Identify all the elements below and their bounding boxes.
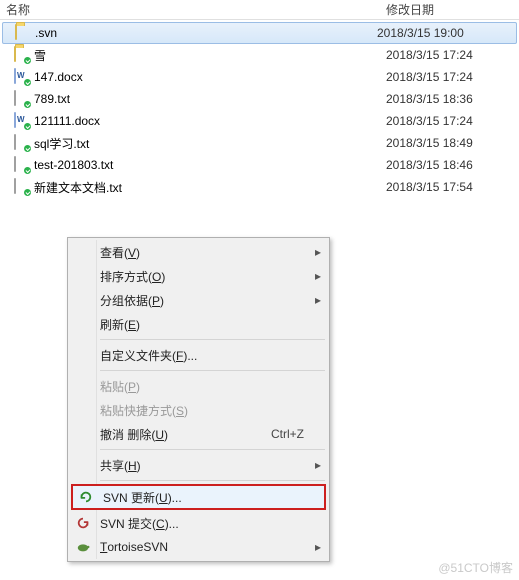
menu-share[interactable]: 共享(H) ▸ — [70, 453, 327, 477]
file-date: 2018/3/15 17:24 — [386, 114, 473, 128]
file-row[interactable]: 789.txt 2018/3/15 18:36 — [0, 88, 519, 110]
tortoise-icon — [70, 535, 96, 559]
menu-sort[interactable]: 排序方式(O) ▸ — [70, 264, 327, 288]
svn-update-icon — [73, 486, 99, 508]
chevron-right-icon: ▸ — [309, 540, 327, 554]
chevron-right-icon: ▸ — [309, 269, 327, 283]
folder-icon — [14, 47, 30, 63]
file-name: 121111.docx — [34, 114, 100, 128]
file-date: 2018/3/15 18:46 — [386, 158, 473, 172]
txt-icon — [14, 91, 30, 107]
file-name: 雪 — [34, 47, 46, 64]
header-name[interactable]: 名称 — [0, 1, 386, 18]
docx-icon: W — [14, 69, 30, 85]
file-row[interactable]: 新建文本文档.txt 2018/3/15 17:54 — [0, 176, 519, 198]
chevron-right-icon: ▸ — [309, 245, 327, 259]
file-name: test-201803.txt — [34, 158, 113, 172]
txt-icon — [14, 135, 30, 151]
watermark: @51CTO博客 — [438, 559, 513, 576]
header-date[interactable]: 修改日期 — [386, 1, 519, 18]
menu-customize[interactable]: 自定义文件夹(F)... — [70, 343, 327, 367]
menu-svn-update[interactable]: SVN 更新(U)... — [71, 484, 326, 510]
file-row[interactable]: W 121111.docx 2018/3/15 17:24 — [0, 110, 519, 132]
file-row[interactable]: W 147.docx 2018/3/15 17:24 — [0, 66, 519, 88]
file-name: 147.docx — [34, 70, 83, 84]
docx-icon: W — [14, 113, 30, 129]
file-date: 2018/3/15 17:24 — [386, 70, 473, 84]
file-name: .svn — [35, 26, 57, 40]
menu-paste-shortcut: 粘贴快捷方式(S) — [70, 398, 327, 422]
txt-icon — [14, 157, 30, 173]
txt-icon — [14, 179, 30, 195]
chevron-right-icon: ▸ — [309, 458, 327, 472]
menu-separator — [100, 370, 325, 371]
menu-view[interactable]: 查看(V) ▸ — [70, 240, 327, 264]
menu-undo-delete[interactable]: 撤消 删除(U) Ctrl+Z — [70, 422, 327, 446]
menu-separator — [100, 480, 325, 481]
menu-shortcut: Ctrl+Z — [271, 427, 327, 441]
file-name: 789.txt — [34, 92, 70, 106]
column-header: 名称 修改日期 — [0, 0, 519, 20]
menu-tortoisesvn[interactable]: TortoiseSVN ▸ — [70, 535, 327, 559]
file-date: 2018/3/15 17:24 — [386, 48, 473, 62]
file-row[interactable]: sql学习.txt 2018/3/15 18:49 — [0, 132, 519, 154]
context-menu: 查看(V) ▸ 排序方式(O) ▸ 分组依据(P) ▸ 刷新(E) 自定义文件夹… — [67, 237, 330, 562]
file-date: 2018/3/15 18:36 — [386, 92, 473, 106]
file-row[interactable]: test-201803.txt 2018/3/15 18:46 — [0, 154, 519, 176]
file-date: 2018/3/15 18:49 — [386, 136, 473, 150]
menu-paste: 粘贴(P) — [70, 374, 327, 398]
file-row[interactable]: .svn 2018/3/15 19:00 — [2, 22, 517, 44]
file-date: 2018/3/15 17:54 — [386, 180, 473, 194]
file-name: 新建文本文档.txt — [34, 179, 122, 196]
menu-svn-commit[interactable]: SVN 提交(C)... — [70, 511, 327, 535]
svn-commit-icon — [70, 511, 96, 535]
menu-refresh[interactable]: 刷新(E) — [70, 312, 327, 336]
menu-separator — [100, 339, 325, 340]
menu-separator — [100, 449, 325, 450]
file-name: sql学习.txt — [34, 135, 89, 152]
folder-icon — [15, 25, 31, 41]
file-date: 2018/3/15 19:00 — [377, 26, 464, 40]
file-row[interactable]: 雪 2018/3/15 17:24 — [0, 44, 519, 66]
chevron-right-icon: ▸ — [309, 293, 327, 307]
menu-group[interactable]: 分组依据(P) ▸ — [70, 288, 327, 312]
